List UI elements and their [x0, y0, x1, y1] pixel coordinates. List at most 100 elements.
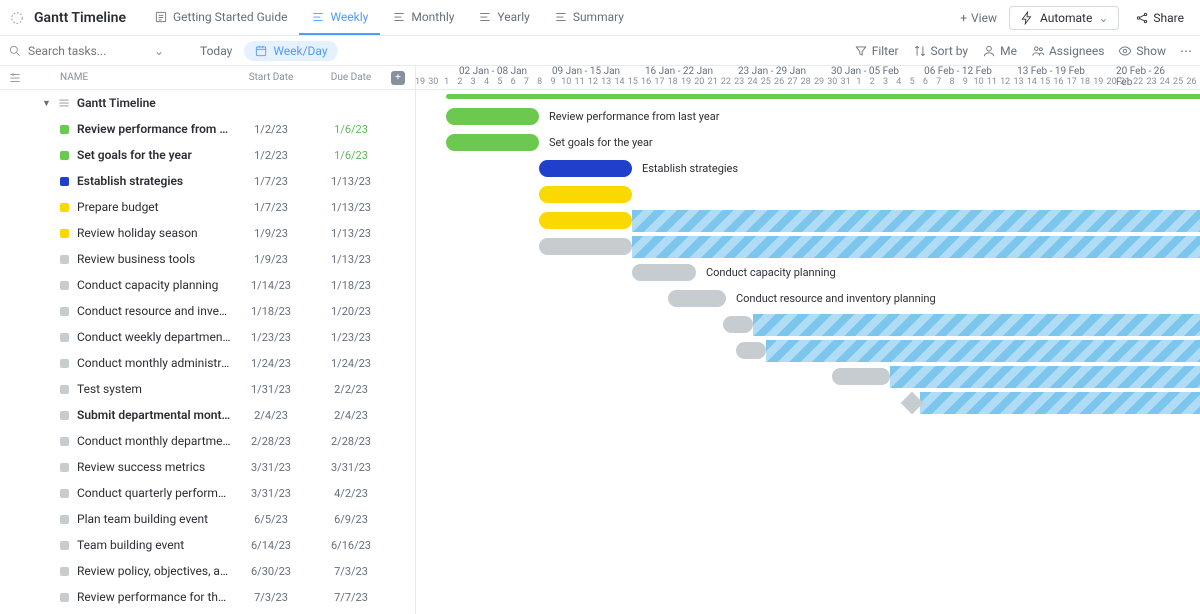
task-due-date[interactable]: 2/2/23 [311, 383, 391, 396]
gantt-bar[interactable] [539, 186, 632, 203]
status-square-icon[interactable] [60, 359, 69, 368]
task-due-date[interactable]: 1/18/23 [311, 279, 391, 292]
collapse-sidebar-icon[interactable] [0, 71, 30, 85]
task-due-date[interactable]: 1/6/23 [311, 149, 391, 162]
task-due-date[interactable]: 1/6/23 [311, 123, 391, 136]
status-square-icon[interactable] [60, 515, 69, 524]
status-square-icon[interactable] [60, 437, 69, 446]
gantt-stripe[interactable] [890, 366, 1200, 388]
tab-summary[interactable]: Summary [542, 0, 636, 35]
task-due-date[interactable]: 1/20/23 [311, 305, 391, 318]
task-start-date[interactable]: 1/2/23 [231, 149, 311, 162]
status-square-icon[interactable] [60, 411, 69, 420]
task-due-date[interactable]: 6/16/23 [311, 539, 391, 552]
task-row[interactable]: Plan team building event6/5/236/9/23 [0, 506, 415, 532]
gantt-bar[interactable] [832, 368, 890, 385]
task-row[interactable]: Submit departmental monthly re...2/4/232… [0, 402, 415, 428]
tab-monthly[interactable]: Monthly [380, 0, 466, 35]
more-menu-button[interactable]: ⋯ [1180, 44, 1192, 58]
task-start-date[interactable]: 1/2/23 [231, 123, 311, 136]
gantt-stripe[interactable] [632, 210, 1200, 232]
summary-bar[interactable] [446, 94, 1200, 99]
status-square-icon[interactable] [60, 203, 69, 212]
status-square-icon[interactable] [60, 541, 69, 550]
gantt-stripe[interactable] [766, 340, 1200, 362]
task-start-date[interactable]: 2/28/23 [231, 435, 311, 448]
add-view-button[interactable]: + View [948, 11, 1009, 25]
task-start-date[interactable]: 1/14/23 [231, 279, 311, 292]
task-row[interactable]: Establish strategies1/7/231/13/23 [0, 168, 415, 194]
task-due-date[interactable]: 6/9/23 [311, 513, 391, 526]
gantt-bar[interactable] [736, 342, 766, 359]
task-start-date[interactable]: 1/9/23 [231, 227, 311, 240]
show-button[interactable]: Show [1118, 44, 1166, 58]
task-due-date[interactable]: 7/3/23 [311, 565, 391, 578]
add-column-button[interactable]: + [391, 71, 405, 85]
status-square-icon[interactable] [60, 281, 69, 290]
gantt-bar[interactable] [446, 134, 539, 151]
task-row[interactable]: Review holiday season1/9/231/13/23 [0, 220, 415, 246]
task-row[interactable]: Test system1/31/232/2/23 [0, 376, 415, 402]
sort-button[interactable]: Sort by [913, 44, 969, 58]
gantt-bar[interactable] [539, 212, 632, 229]
gantt-stripe[interactable] [920, 392, 1200, 414]
task-row[interactable]: Conduct quarterly performance m...3/31/2… [0, 480, 415, 506]
collapse-toggle-icon[interactable]: ▼ [42, 98, 51, 109]
status-square-icon[interactable] [60, 463, 69, 472]
task-row[interactable]: Conduct monthly departmental m...2/28/23… [0, 428, 415, 454]
status-square-icon[interactable] [60, 489, 69, 498]
task-row[interactable]: Prepare budget1/7/231/13/23 [0, 194, 415, 220]
gantt-stripe[interactable] [753, 314, 1200, 336]
task-row[interactable]: Review performance for the last 6 ...7/3… [0, 584, 415, 610]
weekday-toggle[interactable]: Week/Day [244, 41, 337, 61]
gantt-chart-panel[interactable]: Jan02 Jan - 08 Jan09 Jan - 15 Jan16 Jan … [416, 66, 1200, 614]
status-square-icon[interactable] [60, 177, 69, 186]
assignees-button[interactable]: Assignees [1031, 44, 1104, 58]
status-square-icon[interactable] [60, 151, 69, 160]
task-row[interactable]: Team building event6/14/236/16/23 [0, 532, 415, 558]
column-start-header[interactable]: Start Date [231, 72, 311, 83]
status-square-icon[interactable] [60, 567, 69, 576]
gantt-bar[interactable] [668, 290, 726, 307]
task-row[interactable]: Conduct monthly administrative m...1/24/… [0, 350, 415, 376]
task-start-date[interactable]: 2/4/23 [231, 409, 311, 422]
task-due-date[interactable]: 1/13/23 [311, 175, 391, 188]
task-due-date[interactable]: 7/7/23 [311, 591, 391, 604]
task-start-date[interactable]: 6/14/23 [231, 539, 311, 552]
gantt-bar[interactable] [446, 108, 539, 125]
task-start-date[interactable]: 6/30/23 [231, 565, 311, 578]
task-start-date[interactable]: 1/24/23 [231, 357, 311, 370]
tab-getting-started-guide[interactable]: Getting Started Guide [142, 0, 299, 35]
tab-weekly[interactable]: Weekly [299, 0, 380, 35]
me-button[interactable]: Me [982, 44, 1017, 58]
task-row[interactable]: Review business tools1/9/231/13/23 [0, 246, 415, 272]
task-due-date[interactable]: 3/31/23 [311, 461, 391, 474]
status-square-icon[interactable] [60, 593, 69, 602]
tab-yearly[interactable]: Yearly [466, 0, 541, 35]
task-start-date[interactable]: 6/5/23 [231, 513, 311, 526]
search-dropdown-icon[interactable]: ⌄ [154, 44, 164, 58]
automate-button[interactable]: Automate ⌄ [1009, 6, 1119, 30]
status-square-icon[interactable] [60, 255, 69, 264]
task-row[interactable]: Review success metrics3/31/233/31/23 [0, 454, 415, 480]
task-row[interactable]: Conduct resource and inventory pl...1/18… [0, 298, 415, 324]
task-start-date[interactable]: 3/31/23 [231, 461, 311, 474]
task-due-date[interactable]: 1/23/23 [311, 331, 391, 344]
task-start-date[interactable]: 1/18/23 [231, 305, 311, 318]
column-due-header[interactable]: Due Date [311, 72, 391, 83]
task-start-date[interactable]: 7/3/23 [231, 591, 311, 604]
status-square-icon[interactable] [60, 333, 69, 342]
gantt-bar[interactable] [723, 316, 753, 333]
status-square-icon[interactable] [60, 385, 69, 394]
column-name-header[interactable]: NAME [30, 72, 231, 83]
task-row[interactable]: Set goals for the year1/2/231/6/23 [0, 142, 415, 168]
task-row[interactable]: Conduct capacity planning1/14/231/18/23 [0, 272, 415, 298]
share-button[interactable]: Share [1127, 7, 1192, 29]
task-row[interactable]: Review policy, objectives, and busi...6/… [0, 558, 415, 584]
status-square-icon[interactable] [60, 229, 69, 238]
search-input[interactable] [28, 44, 148, 58]
task-due-date[interactable]: 2/28/23 [311, 435, 391, 448]
task-start-date[interactable]: 1/9/23 [231, 253, 311, 266]
status-square-icon[interactable] [60, 125, 69, 134]
task-start-date[interactable]: 1/23/23 [231, 331, 311, 344]
